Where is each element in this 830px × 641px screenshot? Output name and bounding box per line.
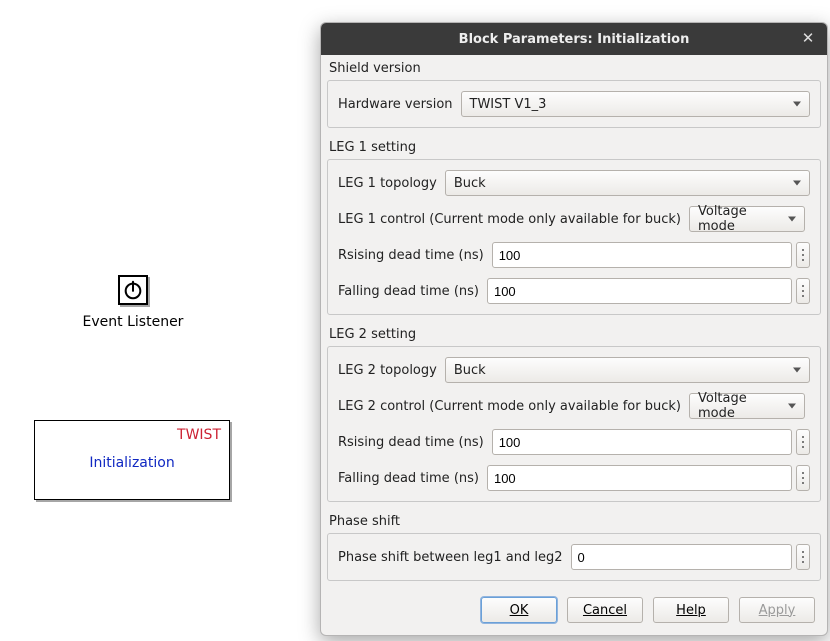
section-leg2: LEG 2 topology Buck LEG 2 control (Curre…: [327, 346, 821, 502]
section-header-shield: Shield version: [321, 55, 827, 80]
leg2-control-value: Voltage mode: [698, 391, 778, 421]
dialog-title: Block Parameters: Initialization: [459, 32, 690, 47]
chevron-down-icon: [793, 102, 801, 107]
block-category-label: TWIST: [177, 427, 221, 443]
dialog-titlebar[interactable]: Block Parameters: Initialization ✕: [321, 23, 827, 55]
leg1-falling-label: Falling dead time (ns): [338, 284, 479, 299]
hardware-version-select[interactable]: TWIST V1_3: [461, 91, 810, 117]
chevron-down-icon: [788, 217, 796, 222]
leg2-control-label: LEG 2 control (Current mode only availab…: [338, 399, 681, 414]
section-header-leg2: LEG 2 setting: [321, 321, 827, 346]
leg2-topology-label: LEG 2 topology: [338, 363, 437, 378]
leg2-control-select[interactable]: Voltage mode: [689, 393, 805, 419]
cancel-button-label: Cancel: [583, 603, 627, 618]
event-listener-block[interactable]: [118, 275, 148, 305]
phase-shift-input[interactable]: [571, 544, 793, 570]
hardware-version-label: Hardware version: [338, 97, 453, 112]
leg1-falling-input[interactable]: [487, 278, 792, 304]
hardware-version-value: TWIST V1_3: [470, 97, 547, 112]
ok-button[interactable]: OK: [481, 597, 557, 623]
apply-button-label: Apply: [759, 603, 796, 618]
model-canvas: Event Listener TWIST Initialization: [0, 0, 320, 641]
power-icon: [122, 279, 144, 301]
leg1-control-select[interactable]: Voltage mode: [689, 206, 805, 232]
initialization-block[interactable]: TWIST Initialization: [34, 420, 230, 500]
ok-button-label: OK: [510, 603, 529, 618]
leg2-rising-input[interactable]: [492, 429, 792, 455]
leg1-control-label: LEG 1 control (Current mode only availab…: [338, 212, 681, 227]
apply-button: Apply: [739, 597, 815, 623]
leg2-rising-label: Rsising dead time (ns): [338, 435, 484, 450]
phase-shift-spinner[interactable]: [796, 544, 810, 570]
help-button-label: Help: [676, 603, 706, 618]
leg2-rising-spinner[interactable]: [796, 429, 810, 455]
leg2-falling-spinner[interactable]: [796, 465, 810, 491]
leg1-topology-value: Buck: [454, 176, 486, 191]
leg1-control-value: Voltage mode: [698, 204, 778, 234]
cancel-button[interactable]: Cancel: [567, 597, 643, 623]
block-parameters-dialog: Block Parameters: Initialization ✕ Shiel…: [320, 22, 828, 636]
leg2-topology-value: Buck: [454, 363, 486, 378]
leg1-topology-select[interactable]: Buck: [445, 170, 810, 196]
close-icon: ✕: [802, 29, 815, 47]
section-header-leg1: LEG 1 setting: [321, 134, 827, 159]
dialog-body: Shield version Hardware version TWIST V1…: [321, 55, 827, 635]
leg2-falling-input[interactable]: [487, 465, 792, 491]
chevron-down-icon: [788, 404, 796, 409]
leg1-topology-label: LEG 1 topology: [338, 176, 437, 191]
help-button[interactable]: Help: [653, 597, 729, 623]
section-header-phase: Phase shift: [321, 508, 827, 533]
leg2-topology-select[interactable]: Buck: [445, 357, 810, 383]
leg1-rising-label: Rsising dead time (ns): [338, 248, 484, 263]
leg2-falling-label: Falling dead time (ns): [338, 471, 479, 486]
event-listener-label: Event Listener: [50, 314, 216, 330]
chevron-down-icon: [793, 368, 801, 373]
block-title-label: Initialization: [35, 455, 229, 471]
leg1-rising-spinner[interactable]: [796, 242, 810, 268]
section-leg1: LEG 1 topology Buck LEG 1 control (Curre…: [327, 159, 821, 315]
section-shield: Hardware version TWIST V1_3: [327, 80, 821, 128]
section-phase: Phase shift between leg1 and leg2: [327, 533, 821, 581]
phase-shift-label: Phase shift between leg1 and leg2: [338, 550, 563, 565]
dialog-button-row: OK Cancel Help Apply: [321, 587, 827, 635]
close-button[interactable]: ✕: [797, 27, 819, 49]
chevron-down-icon: [793, 181, 801, 186]
leg1-falling-spinner[interactable]: [796, 278, 810, 304]
leg1-rising-input[interactable]: [492, 242, 792, 268]
